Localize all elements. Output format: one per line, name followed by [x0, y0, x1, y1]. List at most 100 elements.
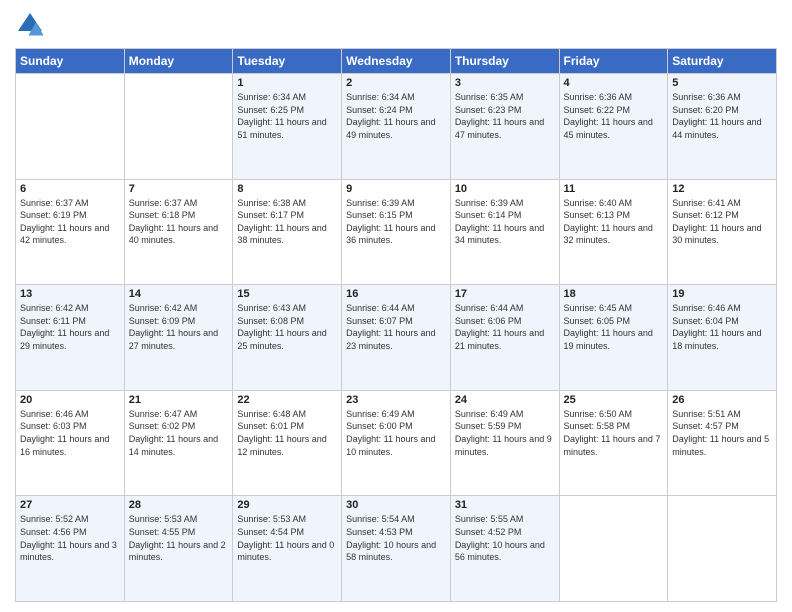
calendar-cell: 6 Sunrise: 6:37 AMSunset: 6:19 PMDaylight…	[16, 179, 125, 285]
cell-info: Sunrise: 6:37 AMSunset: 6:18 PMDaylight:…	[129, 197, 229, 247]
weekday-header: Wednesday	[342, 49, 451, 74]
calendar-cell: 5 Sunrise: 6:36 AMSunset: 6:20 PMDaylight…	[668, 74, 777, 180]
calendar-cell: 21Sunrise: 6:47 AMSunset: 6:02 PMDayligh…	[124, 390, 233, 496]
cell-day-number: 28	[129, 499, 229, 511]
cell-info: Sunrise: 5:53 AMSunset: 4:55 PMDaylight:…	[129, 513, 229, 563]
weekday-header: Sunday	[16, 49, 125, 74]
cell-info: Sunrise: 6:40 AMSunset: 6:13 PMDaylight:…	[564, 197, 664, 247]
cell-info: Sunrise: 6:42 AMSunset: 6:11 PMDaylight:…	[20, 302, 120, 352]
calendar-cell: 30Sunrise: 5:54 AMSunset: 4:53 PMDayligh…	[342, 496, 451, 602]
calendar-week-row: 13 Sunrise: 6:42 AMSunset: 6:11 PMDayligh…	[16, 285, 777, 391]
cell-info: Sunrise: 6:46 AMSunset: 6:03 PMDaylight:…	[20, 408, 120, 458]
calendar-cell: 3 Sunrise: 6:35 AMSunset: 6:23 PMDaylight…	[450, 74, 559, 180]
calendar-week-row: 6 Sunrise: 6:37 AMSunset: 6:19 PMDaylight…	[16, 179, 777, 285]
cell-info: Sunrise: 6:43 AMSunset: 6:08 PMDaylight:…	[237, 302, 337, 352]
calendar-week-row: 27Sunrise: 5:52 AMSunset: 4:56 PMDayligh…	[16, 496, 777, 602]
cell-day-number: 17	[455, 288, 555, 300]
cell-info: Sunrise: 6:42 AMSunset: 6:09 PMDaylight:…	[129, 302, 229, 352]
calendar-cell: 9 Sunrise: 6:39 AMSunset: 6:15 PMDaylight…	[342, 179, 451, 285]
cell-day-number: 10	[455, 183, 555, 195]
cell-day-number: 18	[564, 288, 664, 300]
calendar-cell: 22Sunrise: 6:48 AMSunset: 6:01 PMDayligh…	[233, 390, 342, 496]
cell-day-number: 5	[672, 77, 772, 89]
cell-info: Sunrise: 5:54 AMSunset: 4:53 PMDaylight:…	[346, 513, 446, 563]
logo	[15, 10, 47, 40]
cell-day-number: 8	[237, 183, 337, 195]
cell-day-number: 6	[20, 183, 120, 195]
calendar-cell: 15 Sunrise: 6:43 AMSunset: 6:08 PMDayligh…	[233, 285, 342, 391]
cell-info: Sunrise: 6:35 AMSunset: 6:23 PMDaylight:…	[455, 91, 555, 141]
calendar-cell: 27Sunrise: 5:52 AMSunset: 4:56 PMDayligh…	[16, 496, 125, 602]
cell-day-number: 22	[237, 394, 337, 406]
cell-info: Sunrise: 6:39 AMSunset: 6:14 PMDaylight:…	[455, 197, 555, 247]
cell-day-number: 2	[346, 77, 446, 89]
cell-day-number: 20	[20, 394, 120, 406]
weekday-header: Thursday	[450, 49, 559, 74]
weekday-header: Saturday	[668, 49, 777, 74]
calendar-header-row: SundayMondayTuesdayWednesdayThursdayFrid…	[16, 49, 777, 74]
cell-day-number: 9	[346, 183, 446, 195]
cell-info: Sunrise: 6:44 AMSunset: 6:06 PMDaylight:…	[455, 302, 555, 352]
calendar-cell: 11 Sunrise: 6:40 AMSunset: 6:13 PMDayligh…	[559, 179, 668, 285]
cell-day-number: 19	[672, 288, 772, 300]
cell-info: Sunrise: 6:50 AMSunset: 5:58 PMDaylight:…	[564, 408, 664, 458]
cell-info: Sunrise: 6:44 AMSunset: 6:07 PMDaylight:…	[346, 302, 446, 352]
calendar-cell: 7 Sunrise: 6:37 AMSunset: 6:18 PMDaylight…	[124, 179, 233, 285]
cell-day-number: 26	[672, 394, 772, 406]
cell-day-number: 27	[20, 499, 120, 511]
logo-icon	[15, 10, 45, 40]
cell-info: Sunrise: 6:36 AMSunset: 6:20 PMDaylight:…	[672, 91, 772, 141]
cell-info: Sunrise: 6:36 AMSunset: 6:22 PMDaylight:…	[564, 91, 664, 141]
cell-day-number: 21	[129, 394, 229, 406]
cell-day-number: 1	[237, 77, 337, 89]
cell-day-number: 7	[129, 183, 229, 195]
cell-day-number: 13	[20, 288, 120, 300]
header	[15, 10, 777, 40]
calendar-cell	[668, 496, 777, 602]
calendar-week-row: 20 Sunrise: 6:46 AMSunset: 6:03 PMDayligh…	[16, 390, 777, 496]
calendar-cell: 24Sunrise: 6:49 AMSunset: 5:59 PMDayligh…	[450, 390, 559, 496]
cell-info: Sunrise: 6:34 AMSunset: 6:25 PMDaylight:…	[237, 91, 337, 141]
cell-day-number: 31	[455, 499, 555, 511]
cell-info: Sunrise: 6:39 AMSunset: 6:15 PMDaylight:…	[346, 197, 446, 247]
calendar-cell: 1 Sunrise: 6:34 AMSunset: 6:25 PMDaylight…	[233, 74, 342, 180]
calendar-cell	[124, 74, 233, 180]
cell-day-number: 4	[564, 77, 664, 89]
cell-info: Sunrise: 6:46 AMSunset: 6:04 PMDaylight:…	[672, 302, 772, 352]
weekday-header: Tuesday	[233, 49, 342, 74]
cell-info: Sunrise: 6:45 AMSunset: 6:05 PMDaylight:…	[564, 302, 664, 352]
calendar-table: SundayMondayTuesdayWednesdayThursdayFrid…	[15, 48, 777, 602]
cell-info: Sunrise: 6:49 AMSunset: 5:59 PMDaylight:…	[455, 408, 555, 458]
calendar-cell: 2Sunrise: 6:34 AMSunset: 6:24 PMDaylight…	[342, 74, 451, 180]
calendar-cell: 20 Sunrise: 6:46 AMSunset: 6:03 PMDayligh…	[16, 390, 125, 496]
calendar-cell: 28 Sunrise: 5:53 AMSunset: 4:55 PMDayligh…	[124, 496, 233, 602]
calendar-cell: 18 Sunrise: 6:45 AMSunset: 6:05 PMDayligh…	[559, 285, 668, 391]
calendar-cell	[16, 74, 125, 180]
calendar-cell	[559, 496, 668, 602]
calendar-cell: 13 Sunrise: 6:42 AMSunset: 6:11 PMDayligh…	[16, 285, 125, 391]
cell-day-number: 3	[455, 77, 555, 89]
cell-day-number: 12	[672, 183, 772, 195]
cell-info: Sunrise: 5:55 AMSunset: 4:52 PMDaylight:…	[455, 513, 555, 563]
cell-day-number: 15	[237, 288, 337, 300]
cell-day-number: 11	[564, 183, 664, 195]
calendar-cell: 26 Sunrise: 5:51 AMSunset: 4:57 PMDayligh…	[668, 390, 777, 496]
calendar-week-row: 1 Sunrise: 6:34 AMSunset: 6:25 PMDaylight…	[16, 74, 777, 180]
calendar-page: SundayMondayTuesdayWednesdayThursdayFrid…	[0, 0, 792, 612]
weekday-header: Monday	[124, 49, 233, 74]
cell-day-number: 25	[564, 394, 664, 406]
cell-info: Sunrise: 6:38 AMSunset: 6:17 PMDaylight:…	[237, 197, 337, 247]
cell-info: Sunrise: 5:53 AMSunset: 4:54 PMDaylight:…	[237, 513, 337, 563]
cell-info: Sunrise: 5:51 AMSunset: 4:57 PMDaylight:…	[672, 408, 772, 458]
calendar-cell: 29 Sunrise: 5:53 AMSunset: 4:54 PMDayligh…	[233, 496, 342, 602]
calendar-cell: 14 Sunrise: 6:42 AMSunset: 6:09 PMDayligh…	[124, 285, 233, 391]
cell-day-number: 14	[129, 288, 229, 300]
cell-info: Sunrise: 6:41 AMSunset: 6:12 PMDaylight:…	[672, 197, 772, 247]
cell-info: Sunrise: 6:37 AMSunset: 6:19 PMDaylight:…	[20, 197, 120, 247]
cell-day-number: 16	[346, 288, 446, 300]
calendar-cell: 8 Sunrise: 6:38 AMSunset: 6:17 PMDaylight…	[233, 179, 342, 285]
calendar-cell: 17 Sunrise: 6:44 AMSunset: 6:06 PMDayligh…	[450, 285, 559, 391]
calendar-cell: 31 Sunrise: 5:55 AMSunset: 4:52 PMDayligh…	[450, 496, 559, 602]
cell-info: Sunrise: 6:49 AMSunset: 6:00 PMDaylight:…	[346, 408, 446, 458]
cell-day-number: 29	[237, 499, 337, 511]
